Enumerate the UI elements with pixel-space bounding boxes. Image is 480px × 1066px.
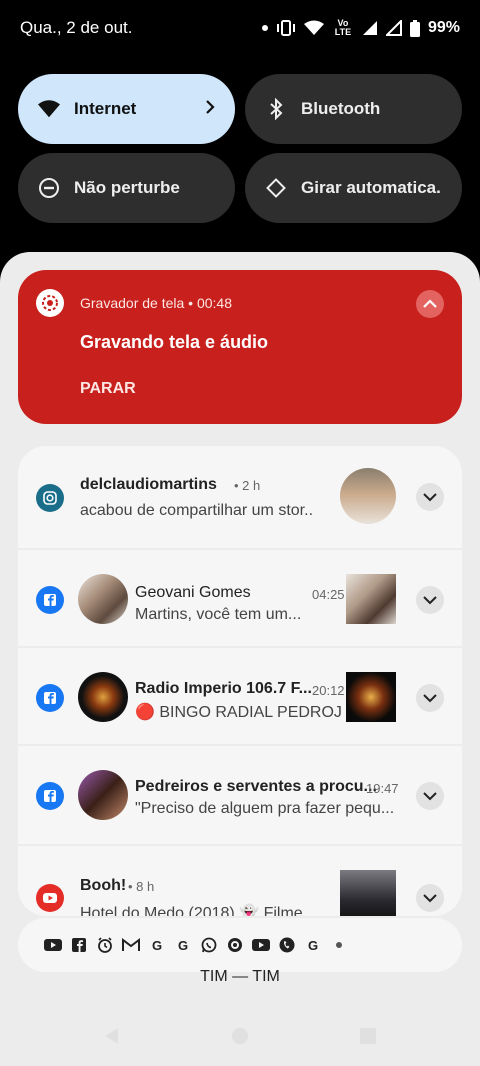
google-icon: G [177,937,189,953]
facebook-icon [36,782,64,810]
notification-item[interactable]: Geovani Gomes 04:25 Martins, você tem um… [18,550,462,646]
recents-icon[interactable] [359,1027,377,1050]
notification-thumbnail [340,870,396,916]
battery-percent: 99% [427,19,460,36]
auto-rotate-icon [265,177,287,199]
signal-icon [362,20,378,36]
gmail-icon [122,936,140,954]
notification-title: Pedreiros e serventes a procu... [135,778,377,795]
quick-settings-tiles: Internet Bluetooth Não perturbe Girar au… [18,74,462,223]
circle-app-icon [226,936,244,954]
recording-title: Gravando tela e áudio [80,332,269,352]
tile-internet[interactable]: Internet [18,74,235,144]
notification-title: Radio Imperio 106.7 F... [135,680,311,697]
notification-time: 19:47 [366,781,399,796]
youtube-icon [252,936,270,954]
vibrate-icon [276,20,296,36]
collapse-icon[interactable] [416,290,444,318]
notification-title: delclaudiomartins [80,476,217,493]
phone-icon [278,936,296,954]
google-icon: G [307,937,319,953]
notification-title: Booh! [80,877,127,894]
expand-icon[interactable] [416,586,444,614]
notification-item[interactable]: Radio Imperio 106.7 F... 20:12 🔴 BINGO R… [18,648,462,744]
recording-app-label: Gravador de tela • 00:48 [80,295,232,311]
wifi-icon [38,98,60,120]
notification-time: 20:12 [312,683,345,698]
notification-item[interactable]: Booh! • 8 h Hotel do Medo (2018) 👻 Filme… [18,846,462,916]
notification-text: acabou de compartilhar um stor.. [80,502,314,519]
expand-icon[interactable] [416,483,444,511]
expand-icon[interactable] [416,684,444,712]
notification-title: Geovani Gomes [135,584,251,601]
screen-recorder-icon [36,289,64,317]
avatar [340,468,396,524]
tile-label: Não perturbe [74,178,180,197]
stop-recording-button[interactable]: PARAR [80,380,136,398]
bluetooth-icon [265,98,287,120]
tile-auto-rotate[interactable]: Girar automatica.. [245,153,462,223]
instagram-icon [36,484,64,512]
notification-thumbnail [346,672,396,722]
google-icon: G [151,937,163,953]
notification-list: delclaudiomartins • 2 h acabou de compar… [18,446,462,916]
youtube-icon [36,884,64,912]
facebook-icon [36,684,64,712]
tile-label: Bluetooth [301,99,381,118]
status-date: Qua., 2 de out. [20,18,133,37]
wifi-status-icon [303,20,324,36]
more-dot-icon [330,936,348,954]
notification-dot-icon [261,25,268,31]
notification-text: 🔴 BINGO RADIAL PEDROJ... [135,704,343,721]
back-icon[interactable] [103,1027,121,1050]
screen-recording-notification[interactable]: Gravador de tela • 00:48 Gravando tela e… [18,270,462,424]
chevron-right-icon [205,99,215,119]
notification-time: • 2 h [234,478,261,493]
carrier-label: TIM — TIM [200,968,280,985]
notification-text: Martins, você tem um... [135,606,302,623]
status-icons: Vo LTE 99% [261,18,460,37]
avatar [78,770,128,820]
expand-icon[interactable] [416,782,444,810]
signal-icon-2 [385,20,402,36]
volte-icon: Vo LTE [334,18,352,37]
notification-time: • 8 h [128,879,155,894]
notification-item[interactable]: delclaudiomartins • 2 h acabou de compar… [18,446,462,548]
facebook-icon [36,586,64,614]
facebook-icon [70,936,88,954]
battery-icon [409,19,420,37]
tile-label: Girar automatica.. [301,178,442,197]
navigation-bar [0,1010,480,1066]
avatar [78,574,128,624]
collapsed-notification-icons[interactable]: G G G [18,918,462,972]
notification-text: "Preciso de alguem pra fazer pequ... [135,800,395,817]
tile-label: Internet [74,99,137,118]
tile-bluetooth[interactable]: Bluetooth [245,74,462,144]
home-icon[interactable] [231,1027,249,1050]
tile-do-not-disturb[interactable]: Não perturbe [18,153,235,223]
expand-icon[interactable] [416,884,444,912]
notification-thumbnail [346,574,396,624]
whatsapp-icon [200,936,218,954]
alarm-icon [96,936,114,954]
notification-text: Hotel do Medo (2018) 👻 Filme... [80,905,317,916]
notification-item[interactable]: Pedreiros e serventes a procu... 19:47 "… [18,746,462,844]
status-bar: Qua., 2 de out. Vo LTE 99% [0,0,480,56]
youtube-icon [44,936,62,954]
notification-time: 04:25 [312,587,345,602]
do-not-disturb-icon [38,177,60,199]
avatar [78,672,128,722]
